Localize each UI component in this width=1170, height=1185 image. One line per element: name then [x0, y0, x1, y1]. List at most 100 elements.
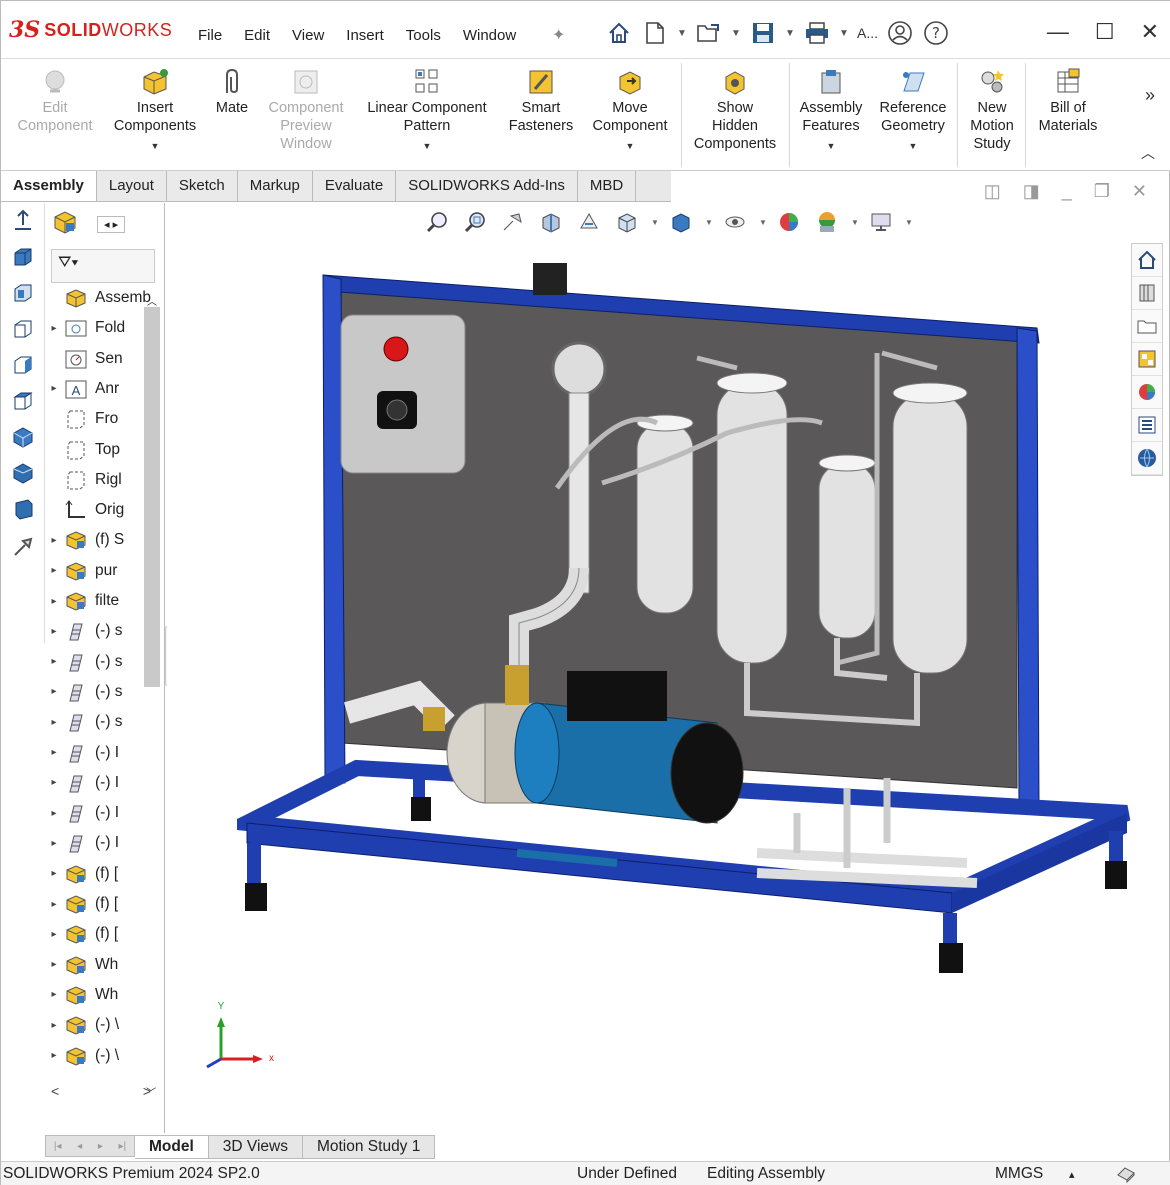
zoom-to-fit-icon[interactable] — [423, 209, 451, 235]
tree-expand-icon[interactable]: ▸ — [45, 959, 63, 970]
dimetric-view-icon[interactable] — [1, 491, 45, 527]
units-menu-arrow-icon[interactable]: ▴ — [1069, 1168, 1075, 1181]
tree-expand-icon[interactable]: ▸ — [45, 1020, 63, 1031]
linear-pattern-dropdown-icon[interactable]: ▼ — [357, 137, 497, 155]
status-units[interactable]: MMGS — [995, 1165, 1043, 1183]
tree-expand-icon[interactable]: ▸ — [45, 656, 63, 667]
tree-expand-icon[interactable]: ▸ — [45, 899, 63, 910]
viewport-restore-icon[interactable]: ❐ — [1094, 181, 1110, 202]
rebuild-status-icon[interactable] — [1115, 1165, 1137, 1185]
new-document-icon[interactable] — [641, 19, 669, 47]
user-abbrev[interactable]: A... — [857, 25, 878, 41]
top-view-icon[interactable] — [1, 383, 45, 419]
right-view-icon[interactable] — [1, 347, 45, 383]
menu-window[interactable]: Window — [452, 27, 527, 44]
tab-navigation-arrows[interactable]: |◂ ◂ ▸ ▸| — [45, 1135, 135, 1157]
appearances-scenes-icon[interactable] — [1132, 376, 1162, 409]
move-component-button[interactable]: Move Component ▼ — [583, 65, 677, 155]
move-component-dropdown-icon[interactable]: ▼ — [583, 137, 677, 155]
smart-fasteners-button[interactable]: Smart Fasteners — [503, 65, 579, 135]
pin-menu-icon[interactable]: ✦ — [552, 25, 565, 45]
previous-view-icon[interactable] — [499, 209, 527, 235]
zoom-to-area-icon[interactable] — [461, 209, 489, 235]
tab-3d-views[interactable]: 3D Views — [208, 1135, 303, 1159]
viewport-tile-right-icon[interactable]: ◨ — [1023, 181, 1040, 202]
file-explorer-icon[interactable] — [1132, 310, 1162, 343]
print-dropdown-icon[interactable]: ▼ — [839, 28, 849, 39]
tab-mbd[interactable]: MBD — [577, 171, 637, 201]
scroll-left-icon[interactable]: < — [51, 1083, 59, 1099]
solidworks-resources-icon[interactable] — [1132, 244, 1162, 277]
insert-components-dropdown-icon[interactable]: ▼ — [107, 137, 203, 155]
component-preview-window-button[interactable]: Component Preview Window — [261, 65, 351, 153]
mate-button[interactable]: Mate — [209, 65, 255, 117]
help-icon[interactable]: ? — [922, 19, 950, 47]
menu-insert[interactable]: Insert — [335, 27, 395, 44]
tab-markup[interactable]: Markup — [237, 171, 313, 201]
assembly-features-dropdown-icon[interactable]: ▼ — [793, 137, 869, 155]
hide-show-dropdown-icon[interactable]: ▼ — [759, 218, 767, 227]
hide-show-items-icon[interactable] — [721, 209, 749, 235]
tree-expand-icon[interactable]: ▸ — [45, 777, 63, 788]
open-dropdown-icon[interactable]: ▼ — [731, 28, 741, 39]
view-orientation-icon[interactable] — [613, 209, 641, 235]
dynamic-annotation-icon[interactable] — [575, 209, 603, 235]
trimetric-view-icon[interactable] — [1, 455, 45, 491]
tree-filter[interactable]: ⛛▾ — [51, 249, 155, 283]
feature-manager-tab-icon[interactable] — [51, 209, 79, 240]
menu-file[interactable]: File — [187, 27, 233, 44]
scroll-right-icon[interactable]: > — [143, 1083, 151, 1099]
tree-horizontal-scrollbar[interactable]: < > — [51, 1083, 151, 1099]
tree-scroll-thumb[interactable] — [144, 307, 160, 687]
display-style-icon[interactable] — [667, 209, 695, 235]
solidworks-logo[interactable]: 3S SOLIDWORKS — [9, 17, 172, 43]
graphics-area[interactable]: ◫ ◨ _ ❐ ✕ ▼ ▼ ▼ ▼ ▼ Y x — [167, 181, 1167, 1133]
tree-expand-icon[interactable]: ▸ — [45, 717, 63, 728]
tree-vertical-scrollbar[interactable]: ︿ ﹀ — [142, 293, 162, 1099]
minimize-icon[interactable]: — — [1047, 19, 1069, 45]
home-icon[interactable] — [605, 19, 633, 47]
insert-components-button[interactable]: Insert Components ▼ — [107, 65, 203, 155]
front-view-icon[interactable] — [1, 239, 45, 275]
open-file-icon[interactable] — [695, 19, 723, 47]
assembly-features-button[interactable]: Assembly Features ▼ — [793, 65, 869, 155]
maximize-icon[interactable]: ☐ — [1095, 19, 1115, 45]
water-filtration-assembly-model[interactable] — [237, 253, 1137, 973]
tab-model[interactable]: Model — [135, 1135, 209, 1159]
view-settings-icon[interactable] — [867, 209, 895, 235]
tree-expand-icon[interactable]: ▸ — [45, 626, 63, 637]
view-settings-dropdown-icon[interactable]: ▼ — [905, 218, 913, 227]
viewport-tile-left-icon[interactable]: ◫ — [984, 181, 1001, 202]
tree-expand-icon[interactable]: ▸ — [45, 596, 63, 607]
show-hidden-components-button[interactable]: Show Hidden Components — [685, 65, 785, 153]
menu-view[interactable]: View — [281, 27, 335, 44]
solidworks-forum-icon[interactable] — [1132, 442, 1162, 475]
tab-sketch[interactable]: Sketch — [166, 171, 238, 201]
normal-to-icon[interactable] — [1, 203, 45, 239]
tree-expand-icon[interactable]: ▸ — [45, 989, 63, 1000]
viewport-close-icon[interactable]: ✕ — [1132, 181, 1147, 202]
tab-motion-study-1[interactable]: Motion Study 1 — [302, 1135, 436, 1159]
print-icon[interactable] — [803, 19, 831, 47]
edit-appearance-icon[interactable] — [775, 209, 803, 235]
menu-tools[interactable]: Tools — [395, 27, 452, 44]
save-icon[interactable] — [749, 19, 777, 47]
tree-expand-icon[interactable]: ▸ — [45, 868, 63, 879]
isometric-view-icon[interactable] — [1, 419, 45, 455]
tree-expand-icon[interactable]: ▸ — [45, 929, 63, 940]
linear-component-pattern-button[interactable]: Linear Component Pattern ▼ — [357, 65, 497, 155]
viewport-minimize-icon[interactable]: _ — [1062, 181, 1072, 202]
design-library-icon[interactable] — [1132, 277, 1162, 310]
ribbon-more-icon[interactable]: » — [1145, 85, 1155, 106]
tree-expand-icon[interactable]: ▸ — [45, 383, 63, 394]
tree-expand-icon[interactable]: ▸ — [45, 747, 63, 758]
tree-expand-icon[interactable]: ▸ — [45, 686, 63, 697]
tab-assembly[interactable]: Assembly — [1, 171, 97, 201]
view-palette-icon[interactable] — [1132, 343, 1162, 376]
new-motion-study-button[interactable]: New Motion Study — [961, 65, 1023, 153]
scroll-up-icon[interactable]: ︿ — [142, 293, 162, 308]
reference-geometry-dropdown-icon[interactable]: ▼ — [873, 137, 953, 155]
section-view-icon[interactable] — [537, 209, 565, 235]
left-view-icon[interactable] — [1, 311, 45, 347]
bill-of-materials-button[interactable]: Bill of Materials — [1029, 65, 1107, 135]
